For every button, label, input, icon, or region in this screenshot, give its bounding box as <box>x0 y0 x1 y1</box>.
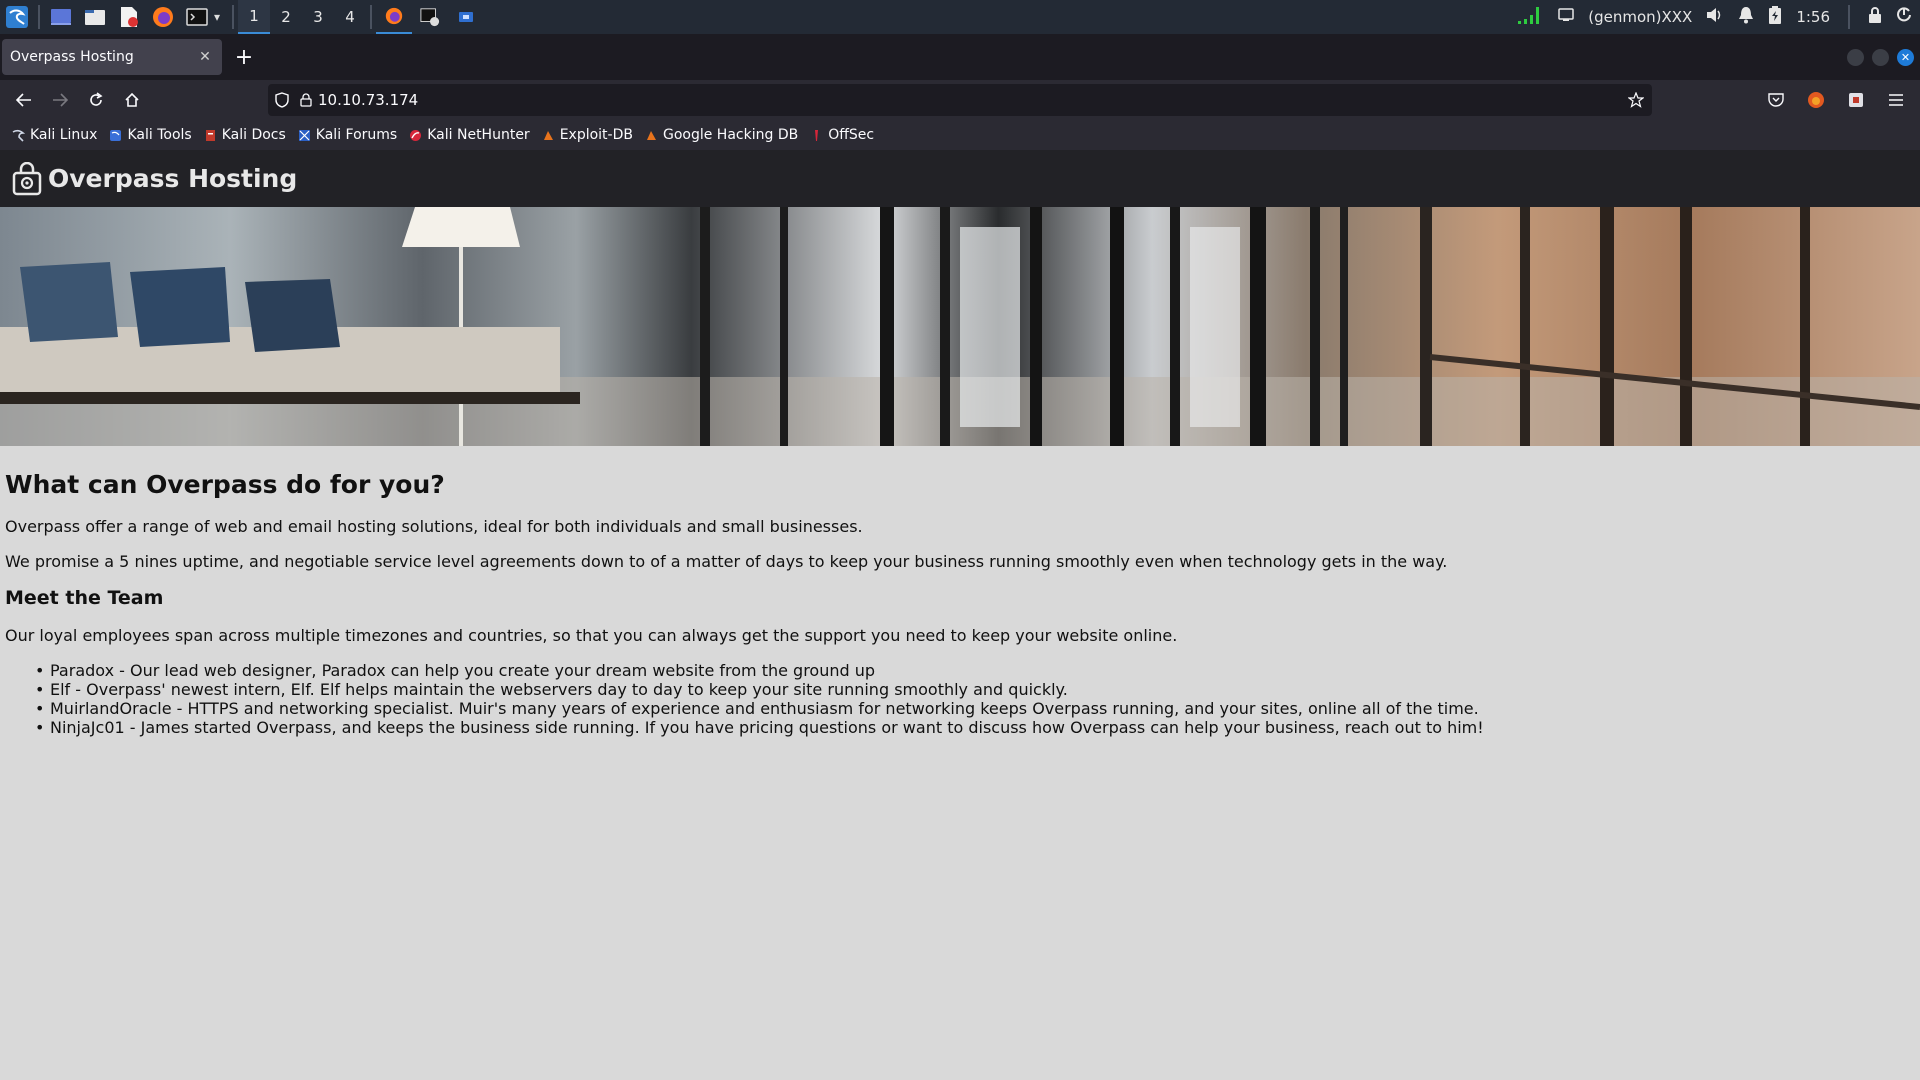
page-heading: What can Overpass do for you? <box>5 470 445 499</box>
panel-separator <box>1848 5 1850 29</box>
list-item: MuirlandOracle - HTTPS and networking sp… <box>31 699 1915 718</box>
window-icon <box>459 12 473 22</box>
genmon-label: (genmon)XXX <box>1588 8 1693 26</box>
bookmark-google-hacking-db[interactable]: Google Hacking DB <box>645 127 798 143</box>
workspace-3[interactable]: 3 <box>302 0 334 34</box>
kali-tools-icon <box>110 129 122 141</box>
bookmark-label: Kali Tools <box>127 127 192 143</box>
close-icon[interactable]: ✕ <box>196 48 214 66</box>
nav-bar: 10.10.73.174 <box>0 80 1920 120</box>
bookmark-kali-linux[interactable]: Kali Linux <box>12 127 97 143</box>
bookmark-kali-tools[interactable]: Kali Tools <box>109 127 192 143</box>
display-icon[interactable] <box>1558 8 1574 26</box>
bookmark-offsec[interactable]: OffSec <box>810 127 874 143</box>
panel-separator <box>38 5 40 29</box>
home-icon <box>125 92 139 107</box>
power-icon[interactable] <box>1896 7 1912 27</box>
office-hallway-photo <box>0 207 1920 446</box>
bookmark-label: Kali Linux <box>30 127 98 143</box>
close-window-button[interactable]: ✕ <box>1897 48 1914 66</box>
intro-paragraph-1: Overpass offer a range of web and email … <box>5 517 863 536</box>
taskbar-firefox[interactable] <box>376 0 412 34</box>
terminal-icon <box>420 8 440 27</box>
page-viewport: Overpass Hosting What can Overpass do fo… <box>0 150 1920 1080</box>
bookmark-kali-forums[interactable]: Kali Forums <box>298 127 397 143</box>
url-text[interactable]: 10.10.73.174 <box>318 91 1620 109</box>
bookmark-label: Kali Docs <box>221 127 286 143</box>
battery-icon[interactable] <box>1768 5 1782 29</box>
bell-icon[interactable] <box>1738 6 1754 28</box>
site-title[interactable]: Overpass Hosting <box>48 164 297 193</box>
taskbar-terminal[interactable] <box>412 0 448 34</box>
panel-separator <box>370 5 372 29</box>
ghdb-icon <box>646 130 656 140</box>
team-heading: Meet the Team <box>5 587 164 609</box>
menu-icon[interactable] <box>1878 84 1914 116</box>
bookmark-label: Exploit-DB <box>559 127 633 143</box>
kali-menu-icon[interactable] <box>0 0 34 34</box>
bookmark-label: Kali NetHunter <box>427 127 530 143</box>
top-panel: ▾ 1 2 3 4 (genmon)XXX 1:56 <box>0 0 1920 34</box>
taskbar-app[interactable] <box>448 0 484 34</box>
volume-icon[interactable] <box>1706 7 1724 27</box>
desktop-icon[interactable] <box>44 0 78 34</box>
team-list: Paradox - Our lead web designer, Paradox… <box>5 661 1915 737</box>
home-button[interactable] <box>114 84 150 116</box>
new-tab-button[interactable]: + <box>228 41 260 73</box>
nethunter-icon <box>410 129 422 141</box>
bookmark-kali-nethunter[interactable]: Kali NetHunter <box>409 127 530 143</box>
reload-icon <box>90 92 103 106</box>
bookmark-label: OffSec <box>828 127 875 143</box>
back-icon <box>16 93 31 107</box>
forward-button[interactable] <box>42 84 78 116</box>
file-manager-icon[interactable] <box>78 0 112 34</box>
clock[interactable]: 1:56 <box>1796 8 1830 26</box>
workspace-1[interactable]: 1 <box>238 0 270 34</box>
kali-dragon-icon <box>12 129 25 142</box>
pocket-icon[interactable] <box>1758 84 1794 116</box>
site-header: Overpass Hosting <box>0 150 1920 207</box>
team-intro: Our loyal employees span across multiple… <box>5 626 1178 645</box>
offsec-icon <box>815 129 819 141</box>
lock-icon[interactable] <box>1868 7 1882 27</box>
network-icon[interactable] <box>1516 5 1544 29</box>
lock-icon[interactable] <box>296 93 316 107</box>
bookmark-exploit-db[interactable]: Exploit-DB <box>542 127 633 143</box>
bookmark-label: Google Hacking DB <box>662 127 799 143</box>
overpass-logo-icon <box>12 161 42 195</box>
minimize-button[interactable] <box>1847 48 1864 66</box>
firefox-account-icon[interactable] <box>1798 84 1834 116</box>
bookmark-kali-docs[interactable]: Kali Docs <box>204 127 286 143</box>
main-content: What can Overpass do for you? Overpass o… <box>0 446 1920 761</box>
chevron-down-icon[interactable]: ▾ <box>214 10 228 24</box>
workspace-4[interactable]: 4 <box>334 0 366 34</box>
firefox-icon[interactable] <box>146 0 180 34</box>
kali-docs-icon <box>205 129 215 141</box>
tab-title: Overpass Hosting <box>10 49 134 65</box>
reload-button[interactable] <box>78 84 114 116</box>
kali-forums-icon <box>298 129 310 141</box>
terminal-icon[interactable] <box>180 0 214 34</box>
text-editor-icon[interactable] <box>112 0 146 34</box>
list-item: Elf - Overpass' newest intern, Elf. Elf … <box>31 680 1915 699</box>
hero-image <box>0 207 1920 446</box>
shield-icon[interactable] <box>268 92 296 108</box>
star-icon[interactable] <box>1620 92 1652 108</box>
maximize-button[interactable] <box>1872 48 1889 66</box>
tab-bar: Overpass Hosting ✕ + ✕ <box>0 34 1920 80</box>
extensions-icon[interactable] <box>1838 84 1874 116</box>
list-item: NinjaJc01 - James started Overpass, and … <box>31 718 1915 737</box>
bookmark-label: Kali Forums <box>315 127 398 143</box>
forward-icon <box>53 93 68 107</box>
bookmarks-bar: Kali Linux Kali Tools Kali Docs Kali For… <box>0 120 1920 150</box>
firefox-icon <box>385 7 403 25</box>
tab-overpass[interactable]: Overpass Hosting ✕ <box>2 39 222 75</box>
exploit-db-icon <box>543 130 553 140</box>
workspace-2[interactable]: 2 <box>270 0 302 34</box>
panel-separator <box>232 5 234 29</box>
back-button[interactable] <box>6 84 42 116</box>
url-bar[interactable]: 10.10.73.174 <box>268 84 1652 116</box>
intro-paragraph-2: We promise a 5 nines uptime, and negotia… <box>5 552 1448 571</box>
list-item: Paradox - Our lead web designer, Paradox… <box>31 661 1915 680</box>
